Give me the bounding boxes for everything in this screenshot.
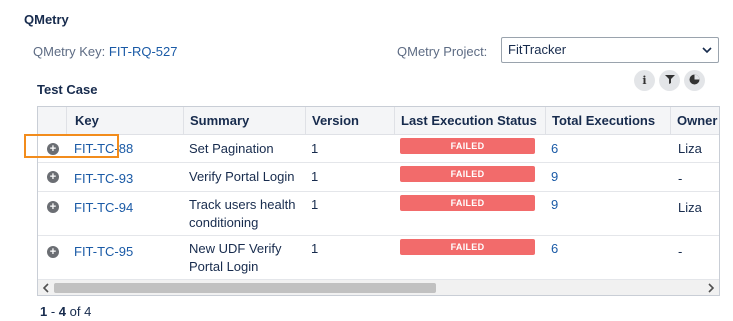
total-executions-link[interactable]: 9 (551, 169, 558, 184)
test-case-grid: Key Summary Version Last Execution Statu… (37, 106, 720, 296)
owner-cell: - (678, 171, 683, 186)
column-total-executions[interactable]: Total Executions (545, 107, 670, 134)
focus-outline (24, 134, 119, 158)
pager-end: 4 (58, 304, 67, 319)
test-case-key-link[interactable]: FIT-TC-95 (74, 244, 133, 259)
version-cell: 1 (311, 241, 319, 256)
total-executions-link[interactable]: 9 (551, 197, 558, 212)
expand-row-icon[interactable]: + (47, 246, 59, 258)
horizontal-scrollbar[interactable] (38, 279, 719, 295)
table-row[interactable]: + FIT-TC-94 Track users health condition… (38, 192, 719, 236)
info-icon: i (642, 74, 647, 87)
summary-cell-line1: New UDF Verify (189, 241, 282, 256)
info-button[interactable]: i (634, 70, 655, 91)
summary-cell-line1: Track users health (189, 197, 296, 212)
summary-cell-line2: Portal Login (189, 259, 259, 274)
qmetry-key-label: QMetry Key: (33, 44, 106, 59)
column-owner[interactable]: Owner (670, 107, 719, 134)
project-select[interactable]: FitTracker (501, 37, 719, 63)
grid-header: Key Summary Version Last Execution Statu… (38, 107, 719, 135)
pie-chart-button[interactable] (684, 70, 705, 91)
status-badge: FAILED (400, 195, 535, 211)
column-version[interactable]: Version (305, 107, 394, 134)
status-badge: FAILED (400, 239, 535, 255)
filter-icon (664, 74, 675, 87)
test-case-key-link[interactable]: FIT-TC-93 (74, 171, 133, 186)
qmetry-key-link[interactable]: FIT-RQ-527 (109, 44, 178, 59)
expand-row-icon[interactable]: + (47, 201, 59, 213)
qmetry-key: QMetry Key: FIT-RQ-527 (33, 44, 178, 59)
pagination-info: 1 - 4 of 4 (40, 304, 91, 319)
pager-sep: - (47, 304, 59, 319)
table-row[interactable]: + FIT-TC-95 New UDF Verify Portal Login … (38, 236, 719, 279)
pager-of: of 4 (66, 304, 92, 319)
version-cell: 1 (311, 197, 319, 212)
test-case-toolbar: i (634, 70, 705, 91)
status-badge: FAILED (400, 138, 535, 154)
status-badge: FAILED (400, 166, 535, 182)
total-executions-link[interactable]: 6 (551, 141, 558, 156)
filter-button[interactable] (659, 70, 680, 91)
test-case-title: Test Case (37, 82, 98, 97)
total-executions-link[interactable]: 6 (551, 241, 558, 256)
expand-row-icon[interactable]: + (47, 171, 59, 183)
version-cell: 1 (311, 141, 319, 156)
column-last-execution-status[interactable]: Last Execution Status (394, 107, 545, 134)
chevron-down-icon (702, 40, 712, 63)
pie-chart-icon (689, 74, 700, 88)
owner-cell: Liza (678, 200, 702, 215)
test-case-key-link[interactable]: FIT-TC-94 (74, 200, 133, 215)
table-row[interactable]: + FIT-TC-88 Set Pagination 1 FAILED 6 Li… (38, 135, 719, 163)
summary-cell: Verify Portal Login (189, 169, 295, 184)
owner-cell: - (678, 244, 683, 259)
scroll-left-icon[interactable] (38, 280, 54, 295)
column-key[interactable]: Key (66, 107, 183, 134)
project-select-value: FitTracker (508, 42, 567, 57)
column-summary[interactable]: Summary (183, 107, 305, 134)
scroll-thumb[interactable] (54, 283, 436, 293)
scroll-right-icon[interactable] (703, 280, 719, 295)
version-cell: 1 (311, 169, 319, 184)
table-row[interactable]: + FIT-TC-93 Verify Portal Login 1 FAILED… (38, 163, 719, 192)
owner-cell: Liza (678, 141, 702, 156)
summary-cell: Set Pagination (189, 141, 274, 156)
section-title: QMetry (24, 12, 69, 27)
summary-cell-line2: conditioning (189, 215, 259, 230)
project-label: QMetry Project: (397, 44, 488, 59)
